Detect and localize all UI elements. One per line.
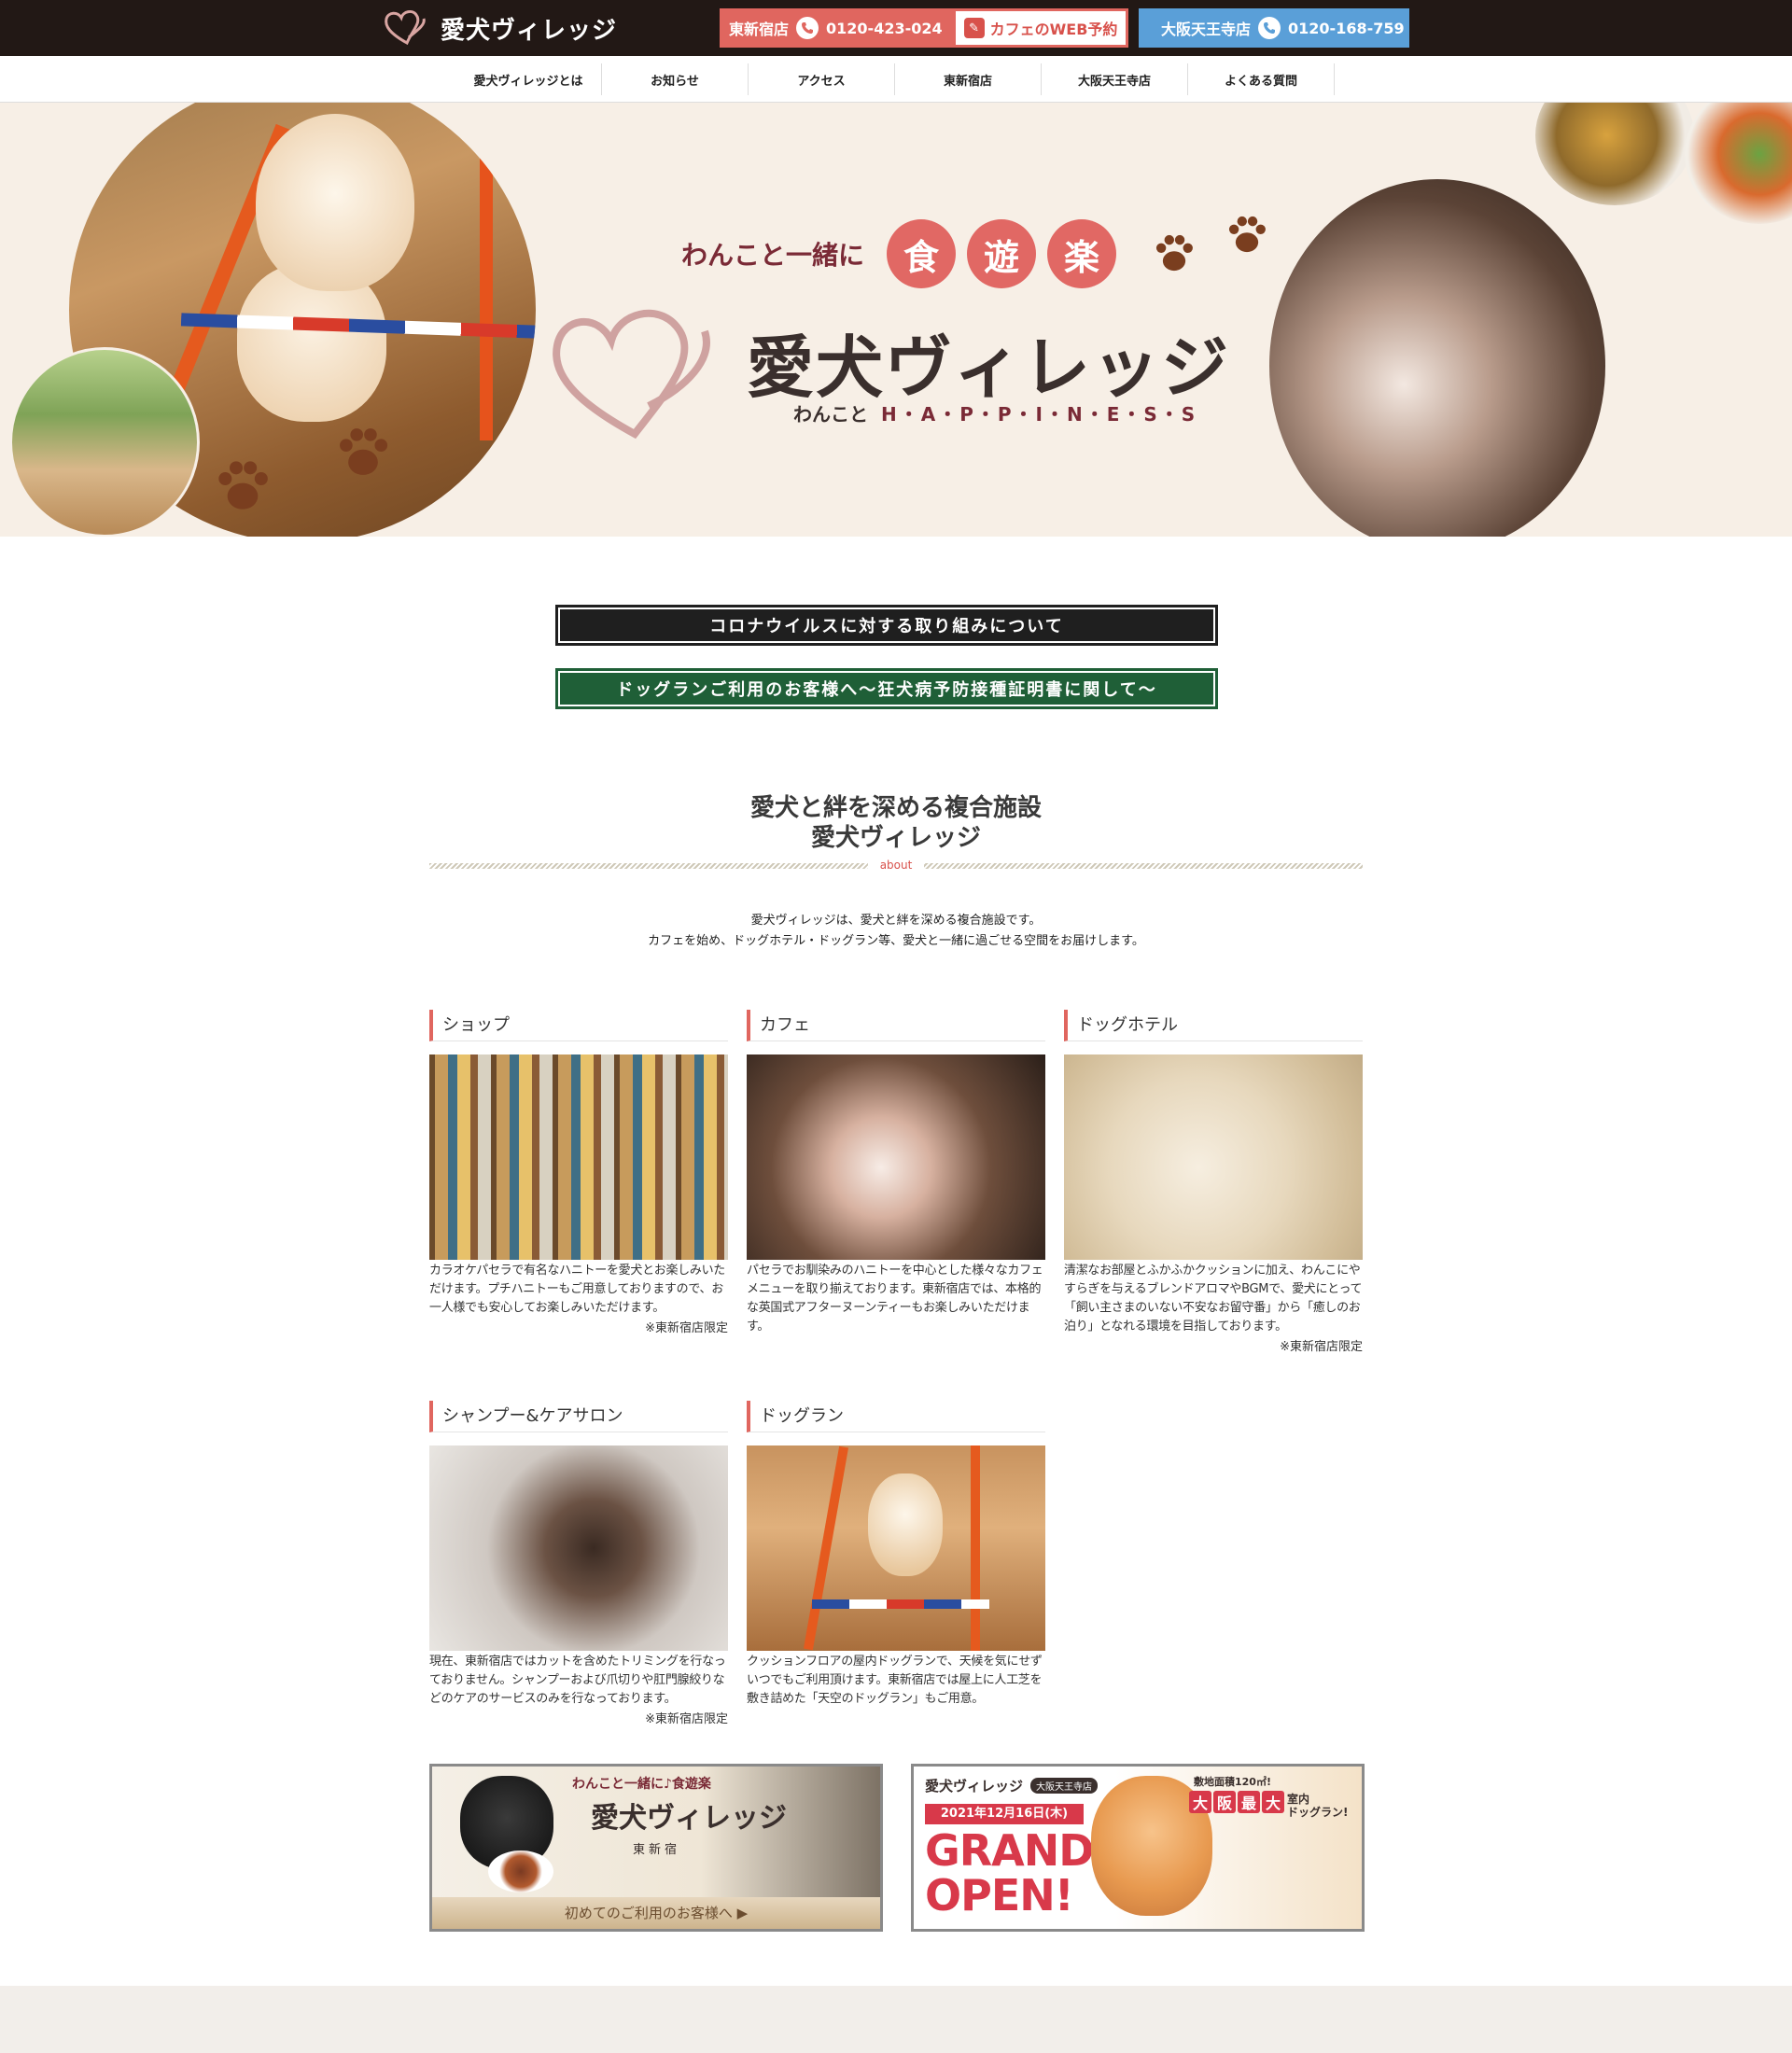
main-nav: 愛犬ヴィレッジとは お知らせ アクセス 東新宿店 大阪天王寺店 よくある質問 (0, 56, 1792, 103)
kanji-fun: 楽 (1047, 219, 1117, 288)
heart-logo-icon (553, 309, 710, 440)
paw-icon (1223, 210, 1271, 258)
banner-run-line2: ドッグラン! (1287, 1806, 1349, 1819)
nav-item-osaka[interactable]: 大阪天王寺店 (1042, 63, 1188, 95)
about-desc-line2: カフェを始め、ドッグホテル・ドッグラン等、愛犬と一緒に過ごせる空間をお届けします… (648, 934, 1144, 948)
banner-run-line1: 室内 (1287, 1793, 1310, 1806)
about-label: about (868, 859, 924, 872)
shinshinjuku-label: 東新宿店 (729, 21, 790, 38)
nav-item-about[interactable]: 愛犬ヴィレッジとは (455, 63, 602, 95)
paw-icon (1150, 229, 1198, 277)
hero-sub-happiness: H・A・P・P・I・N・E・S・S (881, 403, 1198, 426)
first-time-guide-banner[interactable]: わんこと一緒に♪食遊楽 愛犬ヴィレッジ 東新宿 初めてのご利用のお客様へ ▶ (429, 1764, 883, 1932)
edit-icon: ✎ (963, 18, 985, 38)
about-title-line1: 愛犬と絆を深める複合施設 (749, 794, 1042, 822)
nav-item-news[interactable]: お知らせ (602, 63, 749, 95)
service-title: ショップ (429, 1010, 728, 1041)
banner-osaka-biggest: 大 阪 最 大 (1189, 1791, 1284, 1813)
banner-open: OPEN! (925, 1870, 1074, 1920)
service-description: パセラでお馴染みのハニトーを中心とした様々なカフェメニューを取り揃えております。… (747, 1264, 1043, 1334)
hero-subtitle: わんこと H・A・P・P・I・N・E・S・S (793, 399, 1197, 426)
about-desc-line1: 愛犬ヴィレッジは、愛犬と絆を深める複合施設です。 (750, 914, 1042, 928)
banner-big-char: 阪 (1213, 1791, 1236, 1813)
osaka-phone: 0120-168-759 (1288, 19, 1405, 37)
paw-icon (331, 420, 395, 483)
phone-icon (1258, 17, 1281, 39)
banner-grand-open: GRAND OPEN! (925, 1825, 1094, 1920)
service-title: ドッグホテル (1064, 1010, 1363, 1041)
osaka-label: 大阪天王寺店 (1161, 21, 1252, 38)
cafe-web-reserve-button[interactable]: ✎ カフェのWEB予約 (953, 8, 1128, 48)
kanji-play: 遊 (967, 219, 1037, 288)
hero-afternoon-tea-photo (1269, 179, 1605, 537)
osaka-grand-open-banner[interactable]: 愛犬ヴィレッジ 大阪天王寺店 2021年12月16日(木) GRAND OPEN… (911, 1764, 1365, 1932)
banner-store: 東新宿 (633, 1843, 681, 1857)
banner-area: 敷地面積120㎡! (1194, 1776, 1271, 1788)
site-logo[interactable]: 愛犬ヴィレッジ (381, 9, 617, 47)
banner-big-char: 最 (1238, 1791, 1260, 1813)
service-card-salon[interactable]: シャンプー&ケアサロン 現在、東新宿店ではカットを含めたトリミングを行なっており… (429, 1401, 728, 1726)
banner-tagline: わんこと一緒に♪食遊楽 (572, 1777, 711, 1792)
heart-logo-icon (385, 9, 426, 46)
hero-banner: わんこと一緒に 食 遊 楽 愛犬ヴィレッジ わんこと H・A・P・P・I・N・E・… (0, 103, 1792, 537)
about-title: 愛犬と絆を深める複合施設 愛犬ヴィレッジ (429, 793, 1363, 853)
service-note: ※東新宿店限定 (645, 1712, 728, 1726)
service-title: ドッグラン (747, 1401, 1045, 1432)
hero-title: 愛犬ヴィレッジ (747, 328, 1231, 407)
banner-big-char: 大 (1262, 1791, 1284, 1813)
hero-food-photo (1535, 103, 1694, 205)
service-description: 現在、東新宿店ではカットを含めたトリミングを行なっておりません。シャンプーおよび… (429, 1655, 726, 1706)
salon-photo (429, 1445, 728, 1651)
corona-notice-button[interactable]: コロナウイルスに対する取り組みについて (555, 605, 1218, 646)
service-note: ※東新宿店限定 (645, 1321, 728, 1335)
shop-photo (429, 1054, 728, 1260)
paw-icon (210, 453, 275, 518)
service-card-cafe[interactable]: カフェ パセラでお馴染みのハニトーを中心とした様々なカフェメニューを取り揃えてお… (747, 1010, 1045, 1336)
service-note: ※東新宿店限定 (1280, 1340, 1363, 1354)
top-bar: 愛犬ヴィレッジ 東新宿店 0120-423-024 ✎ カフェのWEB予約 大阪… (0, 0, 1792, 56)
banner-logo: 愛犬ヴィレッジ (925, 1778, 1024, 1795)
hero-tagline-text: わんこと一緒に (681, 240, 865, 271)
banner-indoor-dogrun: 室内 ドッグラン! (1287, 1793, 1348, 1819)
dog-hotel-photo (1064, 1054, 1363, 1260)
phone-icon (796, 17, 819, 39)
shinshinjuku-phone-button[interactable]: 東新宿店 0120-423-024 (720, 8, 953, 48)
nav-item-shinshinjuku[interactable]: 東新宿店 (895, 63, 1042, 95)
banner-logo: 愛犬ヴィレッジ (591, 1802, 787, 1835)
kanji-eat: 食 (887, 219, 957, 288)
service-card-dogrun[interactable]: ドッグラン クッションフロアの屋内ドッグランで、天候を気にせずいつでもご利用頂け… (747, 1401, 1045, 1709)
nav-item-faq[interactable]: よくある質問 (1188, 63, 1335, 95)
about-title-line2: 愛犬ヴィレッジ (810, 824, 981, 852)
service-description: クッションフロアの屋内ドッグランで、天候を気にせずいつでもご利用頂けます。東新宿… (747, 1655, 1043, 1706)
osaka-phone-button[interactable]: 大阪天王寺店 0120-168-759 (1139, 8, 1409, 48)
dogrun-notice-button[interactable]: ドッグランご利用のお客様へ〜狂犬病予防接種証明書に関して〜 (555, 668, 1218, 709)
dogrun-photo (747, 1445, 1045, 1651)
service-card-hotel[interactable]: ドッグホテル 清潔なお部屋とふかふかクッションに加え、わんこにやすらぎを与えるブ… (1064, 1010, 1363, 1354)
hero-tagline: わんこと一緒に 食 遊 楽 (681, 219, 1117, 288)
banner-store-badge: 大阪天王寺店 (1030, 1778, 1098, 1794)
service-title: カフェ (747, 1010, 1045, 1041)
web-reserve-label: カフェのWEB予約 (989, 21, 1118, 38)
hero-room-photo (9, 347, 200, 537)
cafe-photo (747, 1054, 1045, 1260)
service-description: カラオケパセラで有名なハニトーを愛犬とお楽しみいただけます。プチハニトーもご用意… (429, 1264, 725, 1315)
banner-footer: 初めてのご利用のお客様へ ▶ (432, 1897, 880, 1929)
hero-food-photo (1685, 103, 1792, 224)
logo-text: 愛犬ヴィレッジ (441, 16, 618, 45)
footer (0, 1986, 1792, 2053)
banner-grand: GRAND (925, 1825, 1094, 1876)
about-description: 愛犬ヴィレッジは、愛犬と絆を深める複合施設です。 カフェを始め、ドッグホテル・ド… (429, 911, 1363, 952)
service-card-shop[interactable]: ショップ カラオケパセラで有名なハニトーを愛犬とお楽しみいただけます。プチハニト… (429, 1010, 728, 1335)
nav-item-access[interactable]: アクセス (749, 63, 895, 95)
steak-plate-photo (488, 1850, 553, 1892)
hero-sub-prefix: わんこと (793, 403, 868, 426)
service-description: 清潔なお部屋とふかふかクッションに加え、わんこにやすらぎを与えるブレンドアロマや… (1064, 1264, 1363, 1334)
banner-big-char: 大 (1189, 1791, 1211, 1813)
banner-date: 2021年12月16日(木) (925, 1804, 1084, 1824)
shinshinjuku-phone: 0120-423-024 (826, 19, 943, 37)
service-title: シャンプー&ケアサロン (429, 1401, 728, 1432)
